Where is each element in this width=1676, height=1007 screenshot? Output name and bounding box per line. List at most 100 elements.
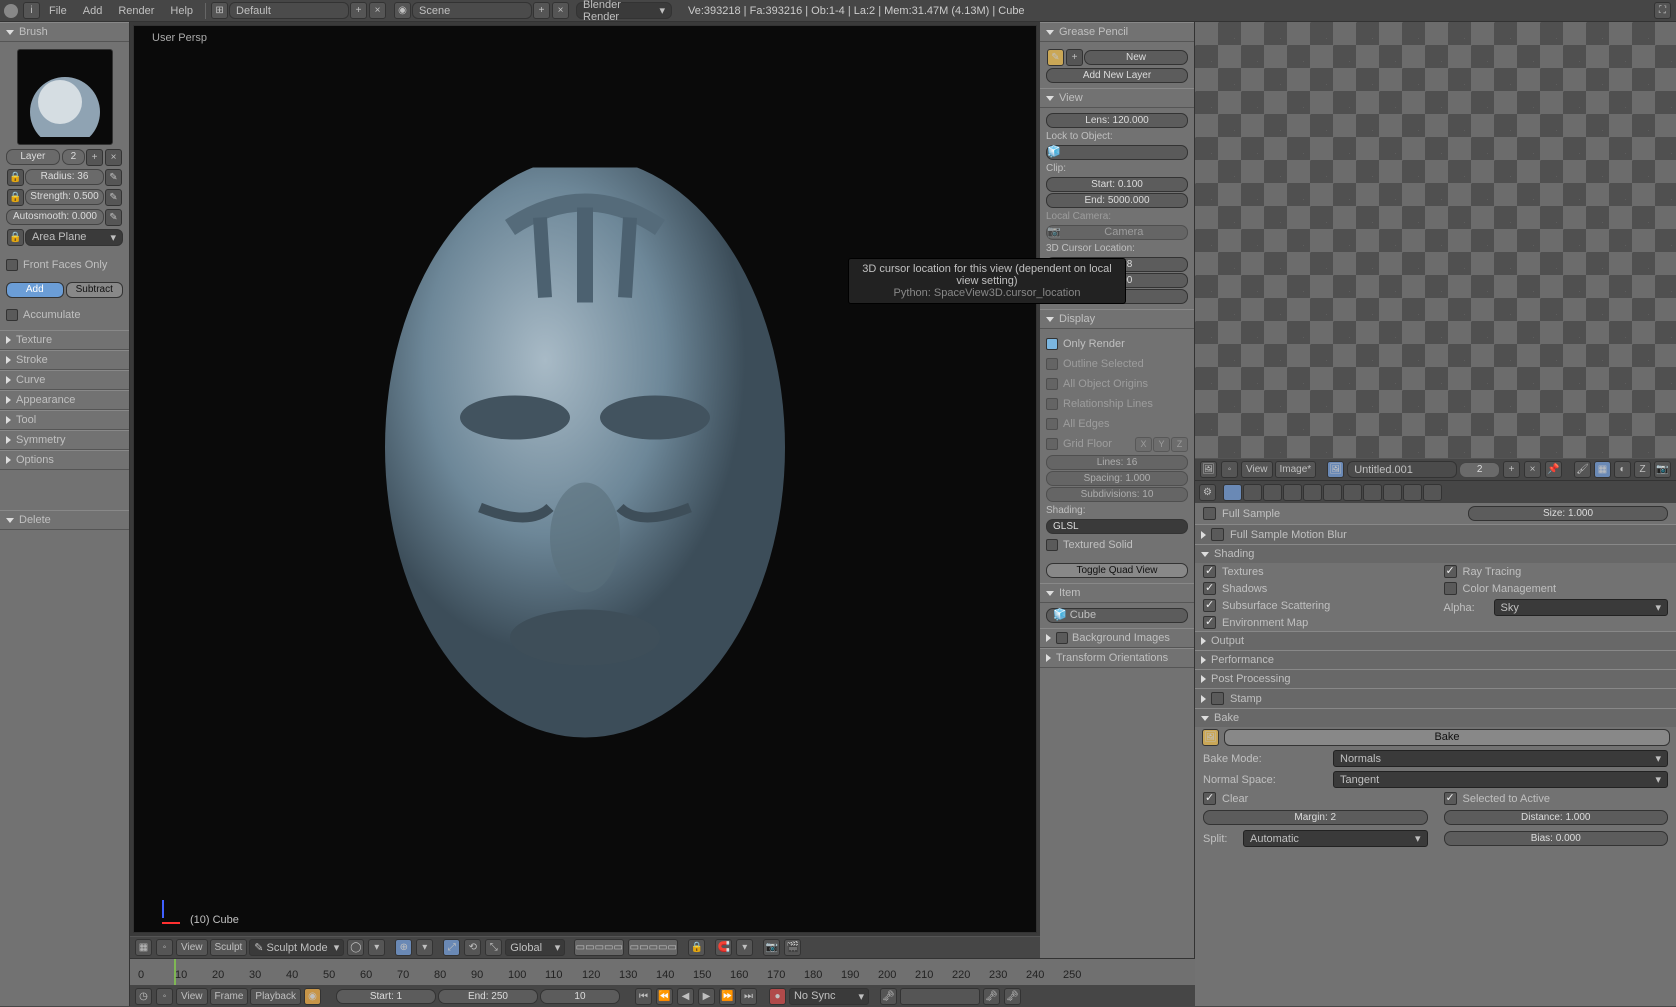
bg-images-header[interactable]: Background Images [1040,628,1194,648]
lock-camera-icon[interactable]: 🔒 [688,939,705,956]
3d-viewport[interactable]: User Persp [133,25,1037,933]
uv-image-del-icon[interactable]: × [1524,461,1541,478]
timeline-editor-icon[interactable]: ◷ [135,988,152,1005]
plane-lock-icon[interactable]: 🔒 [7,229,24,246]
shading-select-icon[interactable]: ▾ [368,939,385,956]
modifiers-tab-icon[interactable] [1323,484,1342,501]
uv-image-add-icon[interactable]: + [1503,461,1520,478]
bg-images-checkbox[interactable] [1056,632,1068,644]
stamp-checkbox[interactable] [1211,692,1224,705]
layer-del-icon[interactable]: × [105,149,122,166]
pivot-select-icon[interactable]: ▾ [416,939,433,956]
manipulator-scale-icon[interactable]: ⤡ [485,939,502,956]
collapse-menu-icon[interactable]: ◦ [156,939,173,956]
scene-icon[interactable]: ◉ [394,2,411,19]
jump-start-icon[interactable]: ⏮ [635,988,652,1005]
gp-draw-icon[interactable]: ✎ [1047,49,1064,66]
start-frame-field[interactable]: Start: 1 [336,989,436,1004]
only-render-checkbox[interactable] [1046,338,1058,350]
sss-checkbox[interactable] [1203,599,1216,612]
uv-paint-icon[interactable]: 🖌 [1574,461,1591,478]
menu-help[interactable]: Help [162,5,201,17]
uv-view-menu[interactable]: View [1241,461,1273,478]
direction-add-button[interactable]: Add [6,282,64,298]
transform-ori-header[interactable]: Transform Orientations [1040,648,1194,668]
orientation-select[interactable]: Global▾ [505,939,565,956]
uv-image-name[interactable]: Untitled.001 [1347,461,1457,478]
alpha-select[interactable]: Sky▾ [1494,599,1669,616]
envmap-checkbox[interactable] [1203,616,1216,629]
toggle-quad-button[interactable]: Toggle Quad View [1046,563,1188,578]
layers-row1-icon[interactable]: ▭▭▭▭▭ [574,939,624,956]
particles-tab-icon[interactable] [1403,484,1422,501]
key-insert-icon[interactable]: 🗝 [983,988,1000,1005]
texture-tab-icon[interactable] [1383,484,1402,501]
gp-add-icon[interactable]: + [1066,49,1083,66]
uv-user-count[interactable]: 2 [1459,462,1500,478]
radius-field[interactable]: Radius: 36 [25,169,104,185]
render-opengl-icon[interactable]: 📷 [763,939,780,956]
mode-select[interactable]: ✎Sculpt Mode▾ [249,939,344,956]
view-menu[interactable]: View [176,939,208,956]
shading-solid-icon[interactable]: ◯ [347,939,364,956]
fullscreen-icon[interactable]: ⛶ [1654,2,1671,19]
display-panel-header[interactable]: Display [1040,309,1194,329]
snap-icon[interactable]: 🧲 [715,939,732,956]
raytrace-checkbox[interactable] [1444,565,1457,578]
textured-solid-checkbox[interactable] [1046,539,1058,551]
autosmooth-pressure-icon[interactable]: ✎ [105,209,122,226]
data-tab-icon[interactable] [1343,484,1362,501]
bake-mode-select[interactable]: Normals▾ [1333,750,1668,767]
sel-active-checkbox[interactable] [1444,792,1457,805]
bake-header[interactable]: Bake [1195,708,1676,727]
options-panel-header[interactable]: Options [0,450,129,470]
jump-end-icon[interactable]: ⏭ [740,988,757,1005]
stamp-header[interactable]: Stamp [1195,688,1676,708]
glsl-select[interactable]: GLSL [1046,519,1188,534]
gp-add-layer-button[interactable]: Add New Layer [1046,68,1188,83]
key-prev-icon[interactable]: ⏪ [656,988,673,1005]
strength-field[interactable]: Strength: 0.500 [25,189,104,205]
props-editor-icon[interactable]: ⚙ [1199,484,1216,501]
delete-panel-header[interactable]: Delete [0,510,129,530]
material-tab-icon[interactable] [1363,484,1382,501]
stroke-panel-header[interactable]: Stroke [0,350,129,370]
brush-panel-header[interactable]: Brush [0,22,129,42]
margin-field[interactable]: Margin: 2 [1203,810,1428,825]
brush-thumbnail[interactable] [17,49,113,145]
render-tab-icon[interactable] [1223,484,1242,501]
info-editor-icon[interactable]: i [23,2,40,19]
layer-add-icon[interactable]: + [86,149,103,166]
layers-row2-icon[interactable]: ▭▭▭▭▭ [628,939,678,956]
key-delete-icon[interactable]: 🗝 [1004,988,1021,1005]
tl-playback-menu[interactable]: Playback [250,988,301,1005]
strength-pressure-icon[interactable]: ✎ [105,189,122,206]
timeline-track[interactable]: 0102030405060708090100110120130140150160… [130,959,1195,985]
menu-file[interactable]: File [41,5,75,17]
bake-image-icon[interactable]: 🖼 [1202,729,1219,746]
constraints-tab-icon[interactable] [1303,484,1322,501]
front-faces-checkbox[interactable] [6,259,18,271]
render-engine-select[interactable]: Blender Render▾ [576,2,672,19]
curve-panel-header[interactable]: Curve [0,370,129,390]
clip-start-field[interactable]: Start: 0.100 [1046,177,1188,192]
sync-select[interactable]: No Sync▾ [789,988,869,1005]
output-header[interactable]: Output [1195,631,1676,650]
screen-layout-icon[interactable]: ⊞ [211,2,228,19]
layout-selector[interactable]: Default [229,2,349,19]
full-sample-checkbox[interactable] [1203,507,1216,520]
bias-field[interactable]: Bias: 0.000 [1444,831,1669,846]
manipulator-rotate-icon[interactable]: ⟲ [464,939,481,956]
snap-target-icon[interactable]: ▾ [736,939,753,956]
play-icon[interactable]: ▶ [698,988,715,1005]
keying-set-icon[interactable]: 🗝 [880,988,897,1005]
radius-lock-icon[interactable]: 🔒 [7,169,24,186]
lens-field[interactable]: Lens: 120.000 [1046,113,1188,128]
render-anim-icon[interactable]: 🎬 [784,939,801,956]
play-rev-icon[interactable]: ◀ [677,988,694,1005]
keying-set-field[interactable] [900,988,980,1005]
bake-button[interactable]: Bake [1224,729,1670,746]
uv-editor-icon[interactable]: 🖼 [1200,461,1217,478]
texture-panel-header[interactable]: Texture [0,330,129,350]
uv-image-menu[interactable]: Image* [1275,461,1317,478]
